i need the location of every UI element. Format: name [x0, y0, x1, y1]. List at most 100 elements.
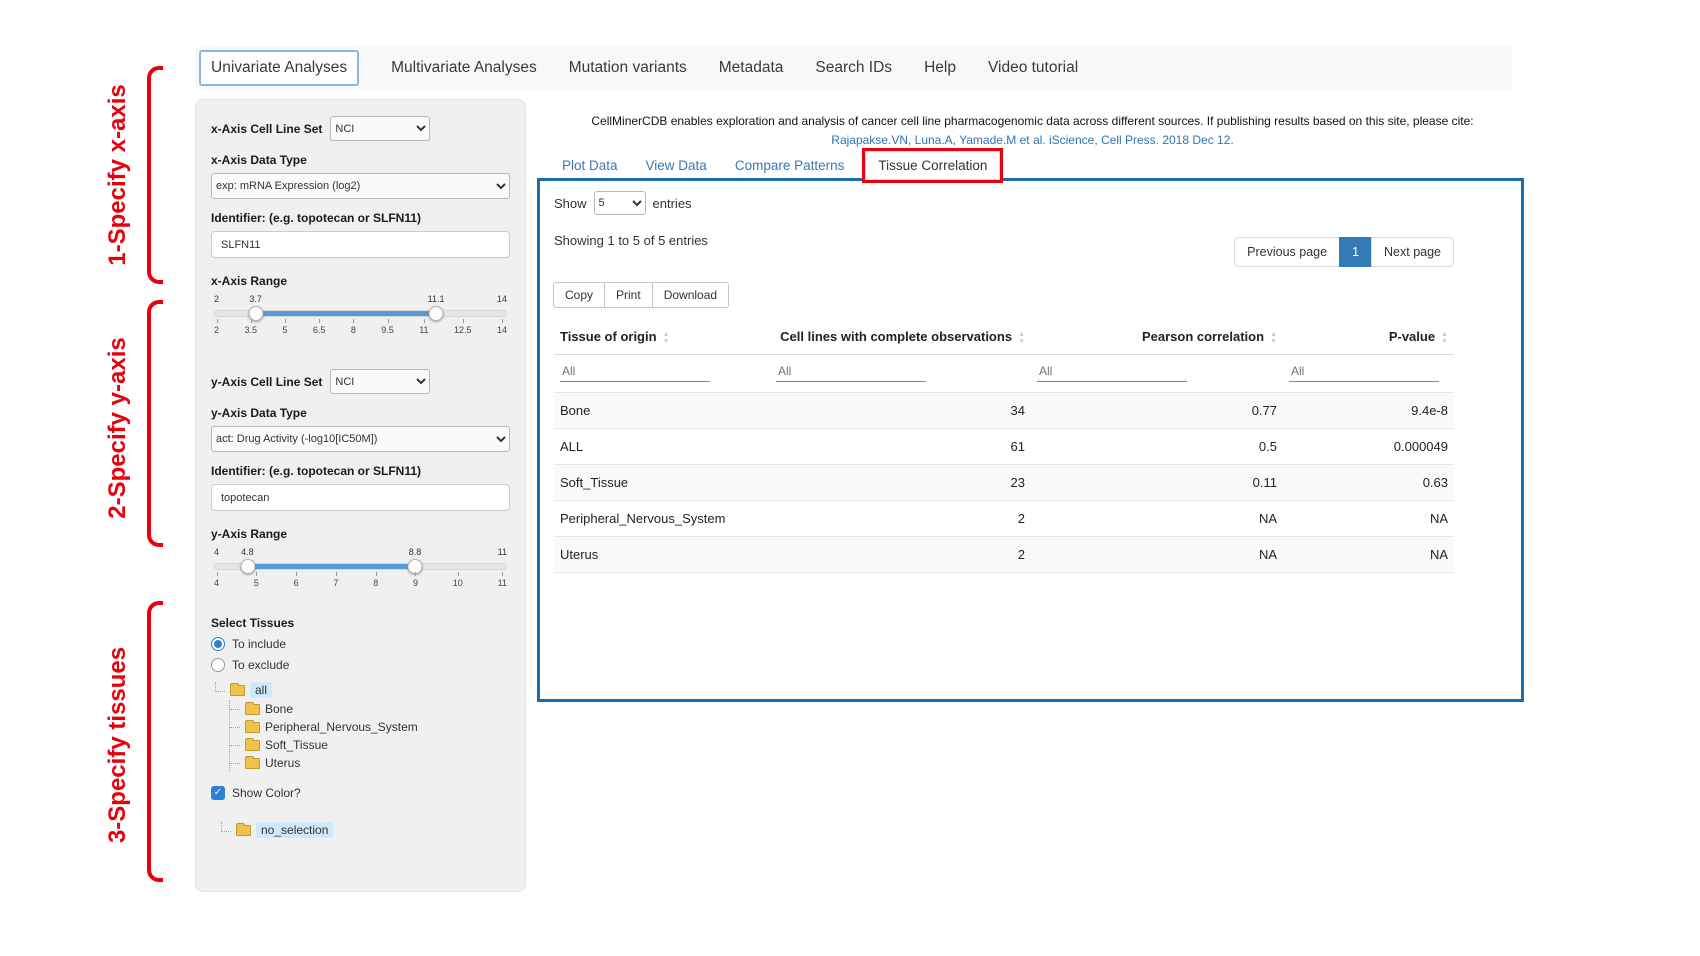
previous-page-button[interactable]: Previous page: [1234, 237, 1340, 267]
x-slider-upper-handle[interactable]: [428, 306, 443, 321]
p-value-filter-input[interactable]: [1289, 361, 1439, 382]
sort-icon[interactable]: [1270, 331, 1277, 345]
x-axis-data-type-select[interactable]: exp: mRNA Expression (log2): [211, 173, 510, 199]
next-page-button[interactable]: Next page: [1371, 237, 1454, 267]
cell-lines-filter-input[interactable]: [776, 361, 926, 382]
checkbox-checked-icon: [211, 786, 225, 800]
nav-tab-mutation-variants[interactable]: Mutation variants: [569, 59, 687, 77]
table-header-row: Tissue of origin Cell lines with complet…: [554, 320, 1454, 354]
nav-tab-multivariate-analyses[interactable]: Multivariate Analyses: [391, 59, 537, 77]
cell-pearson: 0.77: [1031, 392, 1283, 428]
top-nav: Univariate Analyses Multivariate Analyse…: [195, 47, 1512, 89]
cell-p-value: 0.000049: [1283, 428, 1454, 464]
cell-p-value: NA: [1283, 500, 1454, 536]
tree-node-no-selection[interactable]: no_selection: [221, 820, 510, 840]
cell-p-value: 0.63: [1283, 464, 1454, 500]
citation-block: CellMinerCDB enables exploration and ana…: [545, 112, 1520, 149]
y-axis-identifier-label: Identifier: (e.g. topotecan or SLFN11): [211, 464, 510, 478]
nav-tab-metadata[interactable]: Metadata: [719, 59, 784, 77]
page-1-button[interactable]: 1: [1339, 237, 1372, 267]
cell-count: 23: [770, 464, 1031, 500]
cell-p-value: NA: [1283, 536, 1454, 572]
y-axis-cell-line-set-select[interactable]: NCI: [330, 369, 430, 394]
tree-node-soft-tissue[interactable]: Soft_Tissue: [230, 736, 510, 754]
tab-view-data[interactable]: View Data: [632, 151, 721, 180]
x-slider-track[interactable]: [214, 310, 507, 317]
tree-node-all[interactable]: all: [215, 680, 510, 700]
nav-tab-search-ids[interactable]: Search IDs: [815, 59, 892, 77]
tree-connector-icon: [221, 822, 231, 832]
y-slider-ticks: 4 5 6 7 8 9 10 11: [214, 578, 507, 588]
x-axis-cell-line-set-select[interactable]: NCI: [330, 116, 430, 141]
table-row[interactable]: Peripheral_Nervous_System 2 NA NA: [554, 500, 1454, 536]
table-row[interactable]: ALL 61 0.5 0.000049: [554, 428, 1454, 464]
column-header-cell-lines[interactable]: Cell lines with complete observations: [770, 320, 1031, 354]
page-size-select[interactable]: 5: [594, 191, 646, 215]
x-axis-data-type-label: x-Axis Data Type: [211, 153, 510, 167]
y-slider-lower-handle[interactable]: [241, 559, 256, 574]
cell-count: 2: [770, 536, 1031, 572]
export-buttons: Copy Print Download: [554, 282, 1454, 308]
column-header-p-value[interactable]: P-value: [1283, 320, 1454, 354]
pagination: Previous page 1 Next page: [1235, 237, 1454, 267]
nav-tab-help[interactable]: Help: [924, 59, 956, 77]
sort-icon[interactable]: [663, 331, 670, 345]
show-color-label: Show Color?: [232, 786, 301, 800]
tissues-exclude-radio[interactable]: To exclude: [211, 658, 510, 672]
nav-tab-univariate-analyses[interactable]: Univariate Analyses: [199, 50, 359, 86]
radio-unselected-icon: [211, 658, 225, 672]
tree-node-uterus[interactable]: Uterus: [230, 754, 510, 772]
tissue-correlation-annotation-box: Tissue Correlation: [862, 148, 1003, 183]
cell-tissue: ALL: [554, 428, 770, 464]
tab-plot-data[interactable]: Plot Data: [548, 151, 632, 180]
cell-pearson: NA: [1031, 500, 1283, 536]
copy-button[interactable]: Copy: [553, 282, 605, 308]
column-label: Tissue of origin: [560, 329, 657, 344]
cell-tissue: Peripheral_Nervous_System: [554, 500, 770, 536]
download-button[interactable]: Download: [652, 282, 729, 308]
folder-icon: [230, 685, 245, 696]
pearson-filter-input[interactable]: [1037, 361, 1187, 382]
y-axis-data-type-select[interactable]: act: Drug Activity (-log10[IC50M]): [211, 426, 510, 452]
column-header-pearson-correlation[interactable]: Pearson correlation: [1031, 320, 1283, 354]
sort-icon[interactable]: [1441, 331, 1448, 345]
folder-icon: [236, 825, 251, 836]
nav-tab-video-tutorial[interactable]: Video tutorial: [988, 59, 1078, 77]
cell-count: 2: [770, 500, 1031, 536]
tissue-filter-input[interactable]: [560, 361, 710, 382]
x-slider-min-label: 2: [214, 294, 219, 304]
show-color-checkbox[interactable]: Show Color?: [211, 786, 510, 800]
sort-icon[interactable]: [1018, 331, 1025, 345]
tissues-include-radio[interactable]: To include: [211, 637, 510, 651]
y-axis-identifier-input[interactable]: [211, 484, 510, 511]
tab-compare-patterns[interactable]: Compare Patterns: [721, 151, 859, 180]
x-axis-cell-line-set-label: x-Axis Cell Line Set: [211, 122, 322, 136]
table-row[interactable]: Bone 34 0.77 9.4e-8: [554, 392, 1454, 428]
table-filter-row: [554, 354, 1454, 392]
tree-node-label: no_selection: [256, 822, 333, 838]
result-tabs: Plot Data View Data Compare Patterns Tis…: [548, 148, 1003, 183]
y-slider-fill: [248, 564, 414, 569]
citation-link[interactable]: Rajapakse.VN, Luna.A, Yamade.M et al. iS…: [831, 133, 1233, 147]
tree-node-bone[interactable]: Bone: [230, 700, 510, 718]
table-row[interactable]: Uterus 2 NA NA: [554, 536, 1454, 572]
citation-text: CellMinerCDB enables exploration and ana…: [545, 112, 1520, 131]
tissue-tree: all Bone Peripheral_Nervous_System Soft_…: [215, 680, 510, 772]
cell-p-value: 9.4e-8: [1283, 392, 1454, 428]
print-button[interactable]: Print: [604, 282, 653, 308]
table-row[interactable]: Soft_Tissue 23 0.11 0.63: [554, 464, 1454, 500]
folder-icon: [245, 758, 260, 769]
x-axis-identifier-input[interactable]: [211, 231, 510, 258]
cell-tissue: Bone: [554, 392, 770, 428]
correlation-table: Tissue of origin Cell lines with complet…: [554, 320, 1454, 573]
select-tissues-title: Select Tissues: [211, 616, 510, 630]
tab-tissue-correlation[interactable]: Tissue Correlation: [865, 151, 1000, 180]
column-header-tissue-of-origin[interactable]: Tissue of origin: [554, 320, 770, 354]
show-label: Show: [554, 196, 587, 211]
selection-tree: no_selection: [221, 820, 510, 840]
y-slider-track[interactable]: [214, 563, 507, 570]
tissue-correlation-panel: Show 5 entries Showing 1 to 5 of 5 entri…: [537, 178, 1524, 702]
y-axis-cell-line-set-label: y-Axis Cell Line Set: [211, 375, 322, 389]
cell-count: 34: [770, 392, 1031, 428]
tree-node-peripheral-nervous-system[interactable]: Peripheral_Nervous_System: [230, 718, 510, 736]
